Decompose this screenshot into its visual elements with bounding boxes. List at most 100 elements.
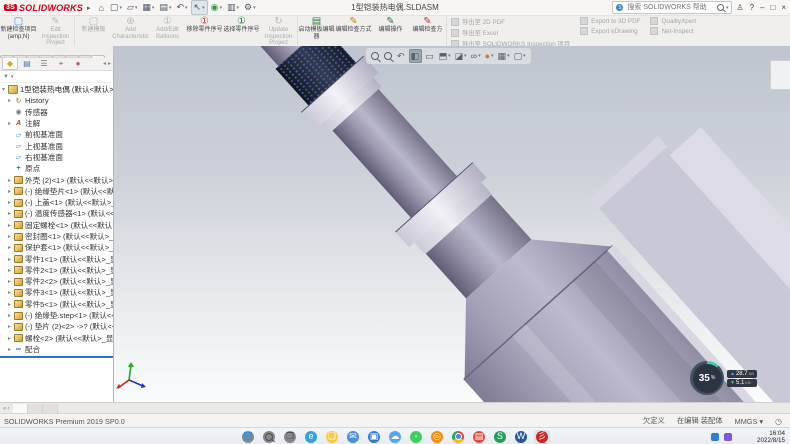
tree-item[interactable]: 原点 <box>0 163 113 174</box>
dropdown-caret-icon[interactable]: ▾ <box>185 5 188 11</box>
export-menu-item[interactable]: 导出至 SOLIDWORKS Inspection 项目 <box>451 39 570 46</box>
onedrive-icon[interactable]: ☁ <box>387 430 403 444</box>
search-box[interactable]: S ▾ <box>612 1 732 14</box>
apply-scene-button[interactable]: ▦ ▾ <box>497 50 511 62</box>
dropdown-caret-icon[interactable]: ▾ <box>253 5 256 11</box>
open-file-button[interactable]: ▱ ▾ <box>125 1 139 14</box>
tree-item[interactable]: ▸ 注解 <box>0 118 113 129</box>
tree-item[interactable]: ▸ 零件2<1> (默认<<默认>_显示状 <box>0 265 113 276</box>
view-orientation-button[interactable]: ⬒ ▾ <box>438 50 452 62</box>
tree-item[interactable]: ▸ (-) 绝缘垫.step<1> (默认<<默认> <box>0 310 113 321</box>
tree-item[interactable]: ▸ 配合 <box>0 344 113 355</box>
status-item[interactable]: 在编辑 装配体 <box>677 416 723 426</box>
word-icon[interactable]: W <box>513 430 529 444</box>
edit-inspection-project-button[interactable]: ✎ Edit Inspection Project <box>37 15 74 46</box>
tree-item[interactable]: ▸ (-) 温度传感器<1> (默认<<默认>_ <box>0 208 113 219</box>
new-file-button[interactable]: ▢ ▾ <box>108 1 124 14</box>
solidworks-taskbar-icon[interactable]: 彡 <box>534 430 550 444</box>
dropdown-caret-icon[interactable]: ▾ <box>236 5 239 11</box>
search-button[interactable] <box>261 430 277 444</box>
file-explorer-icon[interactable]: ❏ <box>324 430 340 444</box>
command-tab[interactable] <box>78 55 92 58</box>
hide-show-items-button[interactable]: ∞ ▾ <box>470 50 482 62</box>
edge-browser-icon[interactable]: e <box>303 430 319 444</box>
menu-flyout-arrow-icon[interactable]: ▸ <box>87 4 91 12</box>
tree-item[interactable]: ▸ 零件3<1> (默认<<默认>_显示状 <box>0 287 113 298</box>
previous-view-button[interactable]: ↶ <box>396 50 407 62</box>
document-tab[interactable] <box>28 404 43 414</box>
document-tab[interactable] <box>43 404 58 414</box>
tree-item[interactable]: 右视基准面 <box>0 152 113 163</box>
options-button[interactable]: ⚙ ▾ <box>242 1 258 14</box>
dropdown-caret-icon[interactable]: ▾ <box>507 53 510 59</box>
tab-configurationmanager[interactable]: ☰ <box>36 57 52 70</box>
search-input[interactable] <box>625 3 714 12</box>
tree-item[interactable]: ▸ 零件2<2> (默认<<默认>_显示状 <box>0 276 113 287</box>
command-tab[interactable] <box>91 55 105 58</box>
green-s-app-icon[interactable]: S <box>492 430 508 444</box>
edit-inspection-button[interactable]: ✎ 编辑检查方 <box>409 15 446 46</box>
dropdown-caret-icon[interactable]: ▾ <box>478 53 481 59</box>
tree-item[interactable]: ▸ 外壳 (2)<1> (默认<<默认>_显示状 <box>0 174 113 185</box>
tab-featuremanager[interactable]: ◆ <box>2 57 18 70</box>
rebuild-button[interactable]: ◉ ▾ <box>209 1 224 14</box>
tree-item[interactable]: 上视基准面 <box>0 140 113 151</box>
export-menu-item[interactable]: Export eDrawing <box>580 27 640 35</box>
panel-scroll-right-icon[interactable]: ▸ <box>108 60 111 67</box>
filter-caret-icon[interactable]: ▾ <box>11 74 14 80</box>
export-menu-item[interactable]: Export to 3D PDF <box>580 17 640 25</box>
document-tab[interactable] <box>13 404 28 414</box>
help-button[interactable]: ? <box>750 3 754 12</box>
tree-item[interactable]: ▸ 保护套<1> (默认<<默认>_显示状 <box>0 242 113 253</box>
new-template-button[interactable]: ▢ 新建模板 <box>74 15 112 46</box>
dropdown-caret-icon[interactable]: ▾ <box>169 5 172 11</box>
tree-item[interactable]: 前视基准面 <box>0 129 113 140</box>
search-icon[interactable] <box>717 4 724 11</box>
tab-displaymanager[interactable]: ● <box>70 57 86 70</box>
add-characteristic-button[interactable]: ⊕ Add Characteristic <box>112 15 149 46</box>
select-button[interactable]: ↖ ▾ <box>191 0 208 15</box>
graphics-viewport[interactable]: ↶ ◧ ▭ ⬒ ▾ ◪ ▾ ∞ ▾ ● <box>113 46 790 402</box>
display-style-button[interactable]: ◪ ▾ <box>454 50 468 62</box>
save-button[interactable]: ▦ ▾ <box>140 1 156 14</box>
view-settings-button[interactable]: ▢ ▾ <box>513 50 527 62</box>
launch-template-editor-button[interactable]: ▤ 启动模板编辑器 <box>297 15 335 46</box>
dropdown-caret-icon[interactable]: ▾ <box>523 53 526 59</box>
update-inspection-project-button[interactable]: ↻ Update Inspection Project <box>260 15 297 46</box>
command-tab[interactable] <box>39 55 53 58</box>
dropdown-caret-icon[interactable]: ▾ <box>219 5 222 11</box>
dropdown-caret-icon[interactable]: ▾ <box>202 5 205 11</box>
dropdown-caret-icon[interactable]: ▾ <box>135 5 138 11</box>
status-item[interactable]: 欠定义 <box>643 416 665 426</box>
task-view-button[interactable]: ❐ <box>282 430 298 444</box>
zoom-fit-button[interactable] <box>370 50 381 62</box>
command-tab[interactable] <box>13 55 27 58</box>
zoom-area-button[interactable] <box>383 50 394 62</box>
tree-end-bar[interactable] <box>0 356 113 358</box>
edit-appearance-button[interactable]: ● ▾ <box>484 50 495 62</box>
login-button[interactable]: ♙ <box>736 3 743 12</box>
tree-root-item[interactable]: ▾ 1型铠装热电偶 (默认<默认>_显示状态-1 <box>0 84 113 95</box>
file-properties-button[interactable]: ▥ ▾ <box>225 1 241 14</box>
tab-dimxpertmanager[interactable]: ⌖ <box>53 57 69 70</box>
chrome-icon[interactable] <box>450 430 466 444</box>
new-inspection-project-button[interactable]: ▢ 新建检查项目 (amp;N) <box>0 15 37 46</box>
command-tab[interactable] <box>52 55 66 58</box>
print-button[interactable]: ▤ ▾ <box>157 1 173 14</box>
export-menu-item[interactable]: QualityXpert <box>650 17 696 25</box>
select-balloon-button[interactable]: ① 选择零件序号 <box>223 15 260 46</box>
red-notes-app-icon[interactable]: ▤ <box>471 430 487 444</box>
edit-inspection-method-button[interactable]: ✎ 编辑检查方式 <box>335 15 372 46</box>
tab-propertymanager[interactable]: ▤ <box>19 57 35 70</box>
thermocouple-3d-model[interactable] <box>113 46 790 402</box>
tree-item[interactable]: ▸ (-) 绝缘垫片<1> (默认<<默认>_显 <box>0 186 113 197</box>
tab-scroll-arrows[interactable]: «‹ <box>0 406 13 412</box>
green-app-icon[interactable]: ◦ <box>408 430 424 444</box>
export-menu-item[interactable]: 导出至 2D PDF <box>451 17 570 26</box>
restore-button[interactable]: □ <box>770 3 775 12</box>
tray-purple-app-icon[interactable] <box>724 433 732 441</box>
edit-operation-button[interactable]: ✎ 编辑操作 <box>372 15 409 46</box>
panel-scroll-left-icon[interactable]: ◂ <box>103 60 106 67</box>
search-caret-icon[interactable]: ▾ <box>726 5 729 11</box>
dropdown-caret-icon[interactable]: ▾ <box>119 5 122 11</box>
